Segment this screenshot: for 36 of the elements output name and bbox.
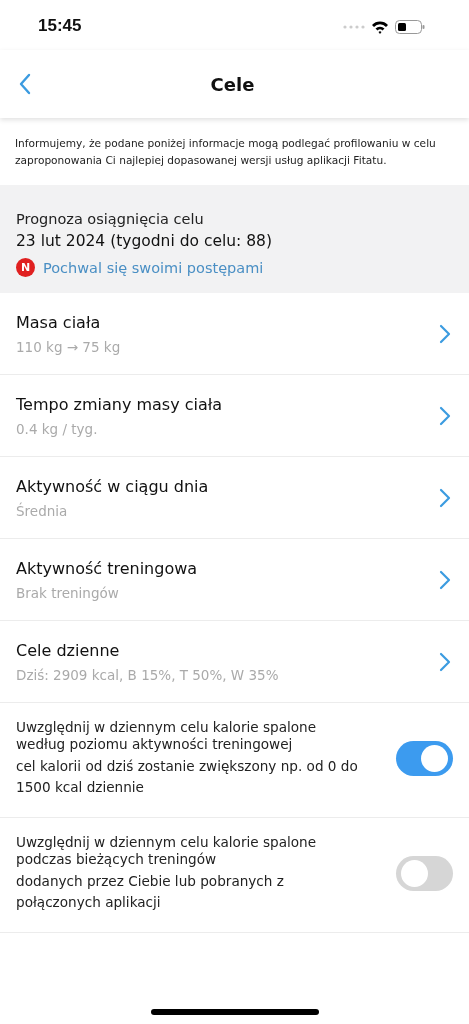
settings-row[interactable]: Aktywność treningowa Brak treningów xyxy=(0,539,469,621)
toggle-title: Uwzględnij w dziennym celu kalorie spalone podczas bieżących treningów xyxy=(16,834,318,868)
setting-title: Cele dzienne xyxy=(16,640,121,660)
signal-icon xyxy=(343,24,365,30)
setting-value: Brak treningów xyxy=(16,584,120,601)
toggle-title: Uwzględnij w dziennym celu kalorie spalone według poziomu aktywności treningowej xyxy=(16,719,318,753)
setting-title: Tempo zmiany masy ciała xyxy=(16,394,224,414)
settings-row[interactable]: Aktywność w ciągu dnia Średnia xyxy=(0,457,469,539)
chevron-right-icon xyxy=(439,569,451,590)
setting-title: Masa ciała xyxy=(16,312,102,332)
toggle-switch[interactable] xyxy=(396,741,453,776)
setting-value: Średnia xyxy=(16,502,69,519)
screen-title: Cele xyxy=(209,73,256,95)
back-icon xyxy=(18,73,32,95)
setting-value: Dziś: 2909 kcal, B 15%, T 50%, W 35% xyxy=(16,666,280,683)
setting-title: Aktywność w ciągu dnia xyxy=(16,476,210,496)
chevron-right-icon xyxy=(439,651,451,672)
setting-title: Aktywność treningowa xyxy=(16,558,199,578)
chevron-right-icon xyxy=(439,487,451,508)
profiling-notice: Informujemy, że podane poniżej informacje mogą podlegać profilowaniu w celu zaproponowania Ci najlepiej dopasowanej wersji usług aplikacji Fitatu. xyxy=(14,136,437,168)
settings-row[interactable]: Tempo zmiany masy ciała 0.4 kg / tyg. xyxy=(0,375,469,457)
wifi-icon xyxy=(371,20,389,34)
chevron-right-icon xyxy=(439,405,451,426)
forecast-date: 23 lut 2024 (tygodni do celu: 88) xyxy=(16,232,274,250)
toggle-switch[interactable] xyxy=(396,856,453,891)
settings-row[interactable]: Cele dzienne Dziś: 2909 kcal, B 15%, T 50%, W 35% xyxy=(0,621,469,703)
toggle-description: cel kalorii od dziś zostanie zwiększony np. od 0 do 1500 kcal dziennie xyxy=(16,757,359,797)
setting-value: 0.4 kg / tyg. xyxy=(16,420,99,437)
toggle-description: dodanych przez Ciebie lub pobranych z połączonych aplikacji xyxy=(16,872,285,912)
setting-value: 110 kg → 75 kg xyxy=(16,338,122,355)
battery-icon xyxy=(395,20,425,34)
clock-time: 15:45 xyxy=(38,16,82,36)
forecast-label: Prognoza osiągnięcia celu xyxy=(16,211,205,227)
settings-row[interactable]: Masa ciała 110 kg → 75 kg xyxy=(0,293,469,375)
chevron-right-icon xyxy=(439,323,451,344)
new-badge: N xyxy=(16,258,35,277)
